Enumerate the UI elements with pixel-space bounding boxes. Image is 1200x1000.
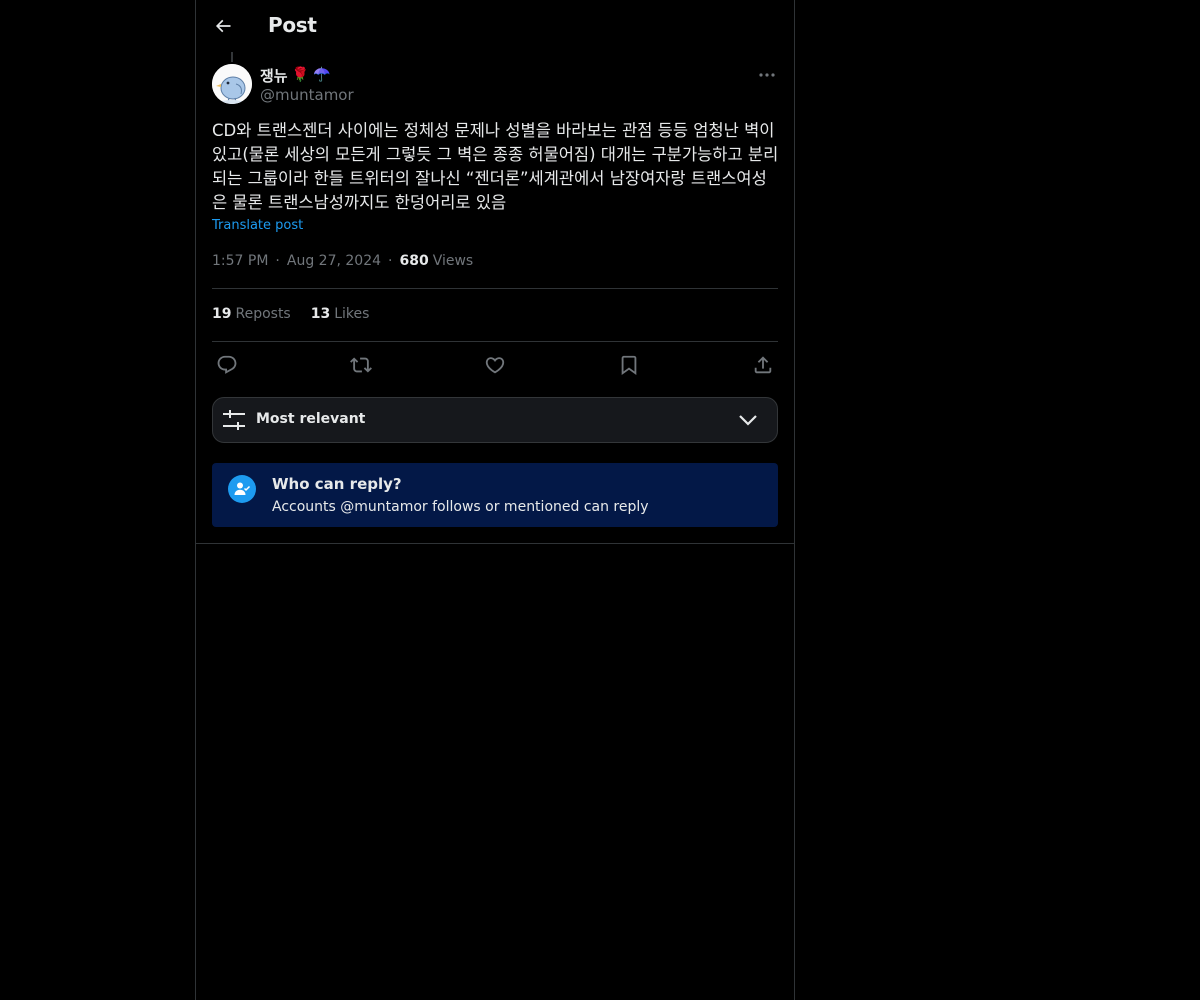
like-icon [485, 357, 505, 374]
page-title: Post [268, 13, 317, 37]
views-label: Views [432, 253, 474, 269]
rose-emoji: 🌹 [291, 67, 310, 83]
likes-stat[interactable]: 13 Likes [311, 306, 370, 322]
action-bar [212, 352, 778, 378]
author-name-row[interactable]: 쟁뉴 🌹 ☂️ [260, 64, 330, 86]
tweet-time[interactable]: 1:57 PM [212, 253, 268, 269]
reply-restriction-title: Who can reply? [272, 475, 402, 493]
reply-sort-dropdown[interactable]: Most relevant [212, 397, 778, 443]
meta-separator: · [275, 253, 280, 269]
author-display-name[interactable]: 쟁뉴 [260, 65, 288, 86]
meta-separator: · [388, 253, 393, 269]
umbrella-emoji: ☂️ [313, 67, 331, 83]
more-icon [759, 73, 775, 77]
views-count: 680 [399, 253, 429, 269]
sort-label: Most relevant [256, 411, 366, 427]
reposts-label: Reposts [235, 306, 291, 322]
like-button[interactable] [480, 352, 510, 378]
header: Post [196, 0, 794, 54]
share-icon [754, 356, 772, 374]
likes-label: Likes [334, 306, 370, 322]
sliders-icon [223, 410, 245, 430]
likes-count: 13 [310, 306, 331, 322]
reply-restriction-notice: Who can reply? Accounts @muntamor follow… [212, 463, 778, 527]
back-arrow-icon [215, 19, 231, 33]
chevron-down-icon [739, 415, 757, 426]
engagement-stats: 19 Reposts 13 Likes [212, 306, 369, 322]
reposts-stat[interactable]: 19 Reposts [212, 306, 291, 322]
reposts-count: 19 [212, 306, 232, 322]
bird-avatar-image [212, 64, 252, 104]
repost-icon [350, 357, 372, 373]
avatar[interactable] [212, 64, 252, 104]
tweet-text: CD와 트랜스젠더 사이에는 정체성 문제나 성별을 바라보는 관점 등등 엄청… [212, 121, 779, 212]
author-handle[interactable]: @muntamor [260, 86, 354, 104]
divider [212, 288, 778, 289]
reply-icon [217, 355, 237, 374]
reply-restriction-subtitle: Accounts @muntamor follows or mentioned … [272, 499, 649, 515]
share-button[interactable] [748, 352, 778, 378]
back-button[interactable] [208, 11, 238, 41]
tweet-date[interactable]: Aug 27, 2024 [287, 253, 381, 269]
post-column: Post 쟁뉴 🌹 ☂️ @muntamor CD와 트랜스젠더 사이에는 정체… [195, 0, 795, 1000]
repost-button[interactable] [346, 352, 376, 378]
translate-post-link[interactable]: Translate post [212, 218, 303, 233]
bookmark-button[interactable] [614, 352, 644, 378]
divider [212, 341, 778, 342]
person-check-icon [228, 475, 256, 503]
tweet-meta: 1:57 PM · Aug 27, 2024 · 680 Views [212, 253, 473, 269]
more-button[interactable] [756, 65, 778, 85]
reply-button[interactable] [212, 352, 242, 378]
bookmark-icon [621, 355, 637, 376]
divider [196, 543, 794, 544]
thread-connector-line [231, 52, 233, 62]
